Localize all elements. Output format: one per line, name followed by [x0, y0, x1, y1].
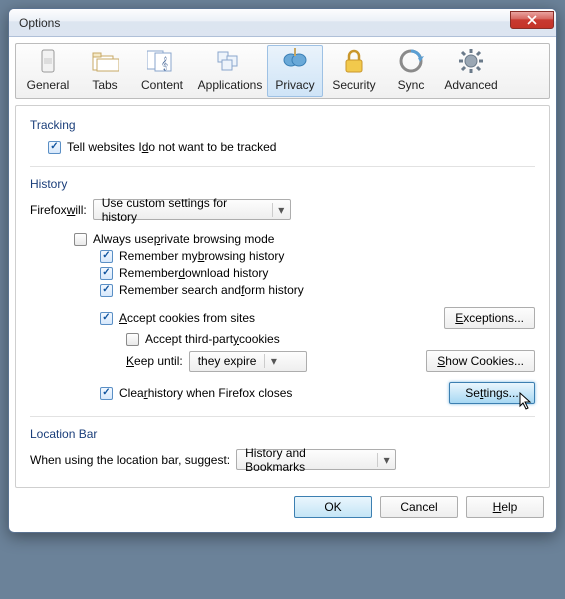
- tab-advanced-label: Advanced: [444, 78, 497, 92]
- chevron-down-icon: ▾: [272, 203, 286, 217]
- divider: [30, 416, 535, 417]
- location-bar-value: History and Bookmarks: [245, 446, 369, 474]
- remember-search-label: Remember search and form history: [119, 283, 304, 297]
- tab-privacy-label: Privacy: [275, 78, 314, 92]
- applications-icon: [214, 46, 246, 76]
- tab-security-label: Security: [332, 78, 375, 92]
- clear-on-close-label: Clear history when Firefox closes: [119, 386, 292, 400]
- content-icon: 𝄞: [146, 46, 178, 76]
- private-browsing-label: Always use private browsing mode: [93, 232, 274, 246]
- tab-sync-label: Sync: [398, 78, 425, 92]
- location-bar-heading: Location Bar: [30, 427, 535, 441]
- history-mode-select[interactable]: Use custom settings for history ▾: [93, 199, 291, 220]
- titlebar[interactable]: Options: [9, 9, 556, 37]
- chevron-down-icon: ▾: [264, 354, 278, 368]
- cancel-button[interactable]: Cancel: [380, 496, 458, 518]
- show-cookies-button[interactable]: Show Cookies...: [426, 350, 535, 372]
- advanced-icon: [455, 46, 487, 76]
- tab-content[interactable]: 𝄞 Content: [131, 45, 193, 97]
- tab-applications[interactable]: Applications: [193, 45, 267, 97]
- help-button[interactable]: Help: [466, 496, 544, 518]
- chevron-down-icon: ▾: [377, 453, 391, 467]
- keep-until-value: they expire: [198, 354, 257, 368]
- remember-search-checkbox[interactable]: [100, 284, 113, 297]
- remember-download-checkbox[interactable]: [100, 267, 113, 280]
- tab-privacy[interactable]: Privacy: [267, 45, 323, 97]
- ok-button[interactable]: OK: [294, 496, 372, 518]
- tab-sync[interactable]: Sync: [385, 45, 437, 97]
- tab-security[interactable]: Security: [323, 45, 385, 97]
- tab-tabs-label: Tabs: [92, 78, 117, 92]
- tab-general-label: General: [27, 78, 70, 92]
- general-icon: [32, 46, 64, 76]
- remember-browsing-label: Remember my browsing history: [119, 249, 284, 263]
- tabs-icon: [89, 46, 121, 76]
- window-title: Options: [19, 16, 60, 30]
- category-toolbar: General Tabs 𝄞 Content Applications Priv…: [15, 43, 550, 99]
- tab-tabs[interactable]: Tabs: [79, 45, 131, 97]
- tab-advanced[interactable]: Advanced: [437, 45, 505, 97]
- dialog-footer: OK Cancel Help: [15, 488, 550, 526]
- dnt-checkbox[interactable]: [48, 141, 61, 154]
- location-bar-label: When using the location bar, suggest:: [30, 453, 230, 467]
- clear-on-close-checkbox[interactable]: [100, 387, 113, 400]
- tab-applications-label: Applications: [198, 78, 263, 92]
- close-button[interactable]: [510, 11, 554, 29]
- keep-until-label: Keep until:: [126, 354, 183, 368]
- private-browsing-checkbox[interactable]: [74, 233, 87, 246]
- remember-download-label: Remember download history: [119, 266, 268, 280]
- tab-general[interactable]: General: [17, 45, 79, 97]
- firefox-will-label: Firefox will:: [30, 203, 87, 217]
- tracking-heading: Tracking: [30, 118, 535, 132]
- privacy-icon: [279, 46, 311, 76]
- history-heading: History: [30, 177, 535, 191]
- accept-cookies-checkbox[interactable]: [100, 312, 113, 325]
- settings-button[interactable]: Settings...: [449, 382, 535, 404]
- dnt-label: Tell websites I do not want to be tracke…: [67, 140, 276, 154]
- keep-until-select[interactable]: they expire ▾: [189, 351, 307, 372]
- location-bar-select[interactable]: History and Bookmarks ▾: [236, 449, 396, 470]
- sync-icon: [395, 46, 427, 76]
- tab-content-label: Content: [141, 78, 183, 92]
- third-party-checkbox[interactable]: [126, 333, 139, 346]
- svg-text:𝄞: 𝄞: [161, 56, 168, 70]
- third-party-label: Accept third-party cookies: [145, 332, 280, 346]
- privacy-panel: Tracking Tell websites I do not want to …: [15, 105, 550, 488]
- history-mode-value: Use custom settings for history: [102, 196, 264, 224]
- divider: [30, 166, 535, 167]
- options-window: Options General Tabs 𝄞 Content Applicati…: [8, 8, 557, 533]
- security-icon: [338, 46, 370, 76]
- close-icon: [527, 15, 537, 25]
- remember-browsing-checkbox[interactable]: [100, 250, 113, 263]
- accept-cookies-label: Accept cookies from sites: [119, 311, 255, 325]
- exceptions-button[interactable]: Exceptions...: [444, 307, 535, 329]
